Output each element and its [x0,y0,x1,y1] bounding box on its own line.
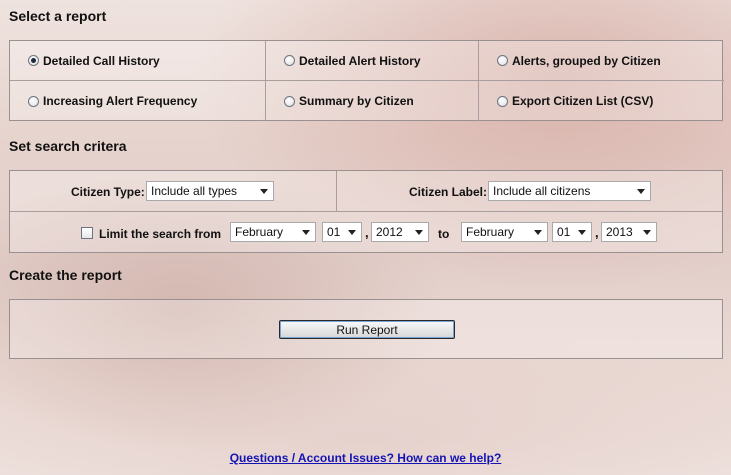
report-option-label: Summary by Citizen [299,94,414,108]
search-criteria-panel: Citizen Type: Include all types Citizen … [9,170,723,253]
from-year-select[interactable]: 2012 [371,222,429,242]
date-separator: , [365,225,369,240]
criteria-row-date-range: Limit the search from February 01 , 2012… [10,212,722,254]
report-options-grid: Detailed Call History Detailed Alert His… [9,40,724,121]
report-option-label: Detailed Call History [43,53,160,68]
search-criteria-heading: Set search critera [9,138,127,154]
citizen-type-label: Citizen Type: [71,185,145,199]
from-month-select[interactable]: February [230,222,316,242]
radio-icon[interactable] [497,55,508,66]
report-option-detailed-alert-history[interactable]: Detailed Alert History [266,41,479,81]
radio-icon[interactable] [497,95,508,107]
report-option-summary-by-citizen[interactable]: Summary by Citizen [266,81,479,121]
chevron-down-icon [415,230,423,235]
chevron-down-icon [643,230,651,235]
create-report-panel: Run Report [9,299,723,359]
citizen-type-select[interactable]: Include all types [146,181,274,201]
criteria-row-citizen: Citizen Type: Include all types Citizen … [10,171,722,212]
citizen-label-select[interactable]: Include all citizens [488,181,651,201]
to-year-value: 2013 [606,225,633,239]
limit-search-label: Limit the search from [99,227,222,241]
chevron-down-icon [578,230,586,235]
criteria-divider [336,171,337,212]
from-month-value: February [235,225,284,239]
citizen-label-label: Citizen Label: [409,185,488,199]
select-report-heading: Select a report [9,8,107,24]
to-label: to [438,227,450,241]
report-page: Select a report Detailed Call History De… [0,0,731,475]
report-option-export-citizen-list[interactable]: Export Citizen List (CSV) [479,81,724,121]
report-option-detailed-call-history[interactable]: Detailed Call History [10,41,266,81]
run-report-button[interactable]: Run Report [279,320,455,339]
help-link[interactable]: Questions / Account Issues? How can we h… [0,451,731,465]
chevron-down-icon [302,230,310,235]
chevron-down-icon [260,189,268,194]
chevron-down-icon [637,189,645,194]
create-report-heading: Create the report [9,267,122,283]
chevron-down-icon [348,230,356,235]
to-month-value: February [466,225,515,239]
to-day-select[interactable]: 01 [552,222,592,242]
to-month-select[interactable]: February [461,222,548,242]
radio-icon[interactable] [284,55,295,66]
report-option-label: Export Citizen List (CSV) [512,94,654,108]
citizen-label-value: Include all citizens [493,184,591,198]
from-year-value: 2012 [376,225,403,239]
report-option-label: Increasing Alert Frequency [43,94,198,108]
to-year-select[interactable]: 2013 [601,222,657,242]
radio-icon[interactable] [28,95,39,107]
date-separator: , [595,225,599,240]
to-day-value: 01 [557,225,571,239]
report-option-label: Detailed Alert History [299,53,421,68]
chevron-down-icon [534,230,542,235]
radio-icon[interactable] [284,95,295,107]
radio-selected-icon[interactable] [28,55,39,66]
limit-search-checkbox[interactable] [81,227,93,239]
report-option-increasing-alert-frequency[interactable]: Increasing Alert Frequency [10,81,266,121]
citizen-type-value: Include all types [151,184,238,198]
report-option-label: Alerts, grouped by Citizen [512,53,661,68]
from-day-value: 01 [327,225,341,239]
from-day-select[interactable]: 01 [322,222,362,242]
report-option-alerts-by-citizen[interactable]: Alerts, grouped by Citizen [479,41,724,81]
